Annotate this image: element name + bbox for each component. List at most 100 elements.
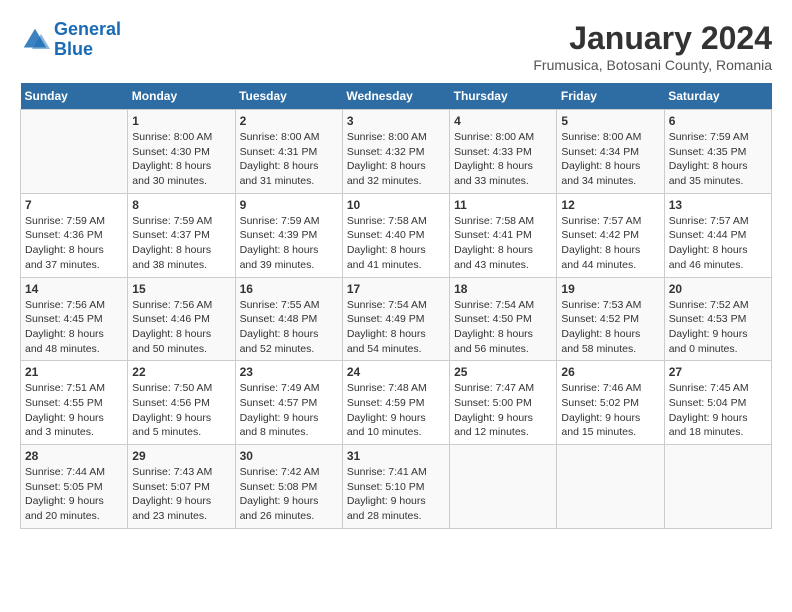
daylight-text: Daylight: 8 hours and 33 minutes. bbox=[454, 159, 552, 188]
sunrise-text: Sunrise: 7:56 AM bbox=[132, 298, 230, 313]
day-info: Sunrise: 8:00 AMSunset: 4:34 PMDaylight:… bbox=[561, 130, 659, 189]
week-row-3: 14 Sunrise: 7:56 AMSunset: 4:45 PMDayligh… bbox=[21, 277, 772, 361]
day-number: 14 bbox=[25, 282, 123, 296]
sunset-text: Sunset: 4:32 PM bbox=[347, 145, 445, 160]
day-cell: 27Sunrise: 7:45 AMSunset: 5:04 PMDayligh… bbox=[664, 361, 771, 445]
page-header: General Blue January 2024 Frumusica, Bot… bbox=[20, 20, 772, 73]
day-info: Sunrise: 7:50 AMSunset: 4:56 PMDaylight:… bbox=[132, 381, 230, 440]
week-row-5: 28Sunrise: 7:44 AMSunset: 5:05 PMDayligh… bbox=[21, 445, 772, 529]
day-info: Sunrise: 7:56 AMSunset: 4:45 PMDaylight:… bbox=[25, 298, 123, 357]
sunset-text: Sunset: 4:44 PM bbox=[669, 228, 767, 243]
sunrise-text: Sunrise: 7:48 AM bbox=[347, 381, 445, 396]
day-info: Sunrise: 7:59 AMSunset: 4:39 PMDaylight:… bbox=[240, 214, 338, 273]
day-cell: 10Sunrise: 7:58 AMSunset: 4:40 PMDayligh… bbox=[342, 193, 449, 277]
daylight-text: Daylight: 8 hours and 54 minutes. bbox=[347, 327, 445, 356]
sunrise-text: Sunrise: 7:46 AM bbox=[561, 381, 659, 396]
daylight-text: Daylight: 8 hours and 50 minutes. bbox=[132, 327, 230, 356]
day-info: Sunrise: 7:56 AMSunset: 4:46 PMDaylight:… bbox=[132, 298, 230, 357]
day-cell bbox=[557, 445, 664, 529]
day-cell: 22Sunrise: 7:50 AMSunset: 4:56 PMDayligh… bbox=[128, 361, 235, 445]
sunset-text: Sunset: 5:10 PM bbox=[347, 480, 445, 495]
day-number: 3 bbox=[347, 114, 445, 128]
daylight-text: Daylight: 9 hours and 20 minutes. bbox=[25, 494, 123, 523]
main-title: January 2024 bbox=[533, 20, 772, 57]
day-cell: 23Sunrise: 7:49 AMSunset: 4:57 PMDayligh… bbox=[235, 361, 342, 445]
day-number: 24 bbox=[347, 365, 445, 379]
day-info: Sunrise: 7:54 AMSunset: 4:50 PMDaylight:… bbox=[454, 298, 552, 357]
day-cell: 2Sunrise: 8:00 AMSunset: 4:31 PMDaylight… bbox=[235, 110, 342, 194]
day-cell: 12 Sunrise: 7:57 AMSunset: 4:42 PMDayligh… bbox=[557, 193, 664, 277]
sunset-text: Sunset: 4:52 PM bbox=[561, 312, 659, 327]
day-info: Sunrise: 7:43 AMSunset: 5:07 PMDaylight:… bbox=[132, 465, 230, 524]
daylight-text: Daylight: 8 hours and 39 minutes. bbox=[240, 243, 338, 272]
day-info: Sunrise: 7:55 AMSunset: 4:48 PMDaylight:… bbox=[240, 298, 338, 357]
daylight-text: Daylight: 8 hours and 52 minutes. bbox=[240, 327, 338, 356]
daylight-text: Daylight: 8 hours and 56 minutes. bbox=[454, 327, 552, 356]
sunset-text: Sunset: 4:37 PM bbox=[132, 228, 230, 243]
sunrise-text: Sunrise: 7:59 AM bbox=[25, 214, 123, 229]
logo-icon bbox=[20, 25, 50, 55]
day-number: 25 bbox=[454, 365, 552, 379]
day-info: Sunrise: 7:49 AMSunset: 4:57 PMDaylight:… bbox=[240, 381, 338, 440]
header-cell-tuesday: Tuesday bbox=[235, 83, 342, 110]
day-number: 15 bbox=[132, 282, 230, 296]
sunrise-text: Sunrise: 7:57 AM bbox=[561, 214, 659, 229]
sunrise-text: Sunrise: 7:59 AM bbox=[240, 214, 338, 229]
logo-line2: Blue bbox=[54, 39, 93, 59]
day-number: 12 bbox=[561, 198, 659, 212]
day-number: 10 bbox=[347, 198, 445, 212]
day-number: 28 bbox=[25, 449, 123, 463]
sunset-text: Sunset: 5:04 PM bbox=[669, 396, 767, 411]
day-info: Sunrise: 7:57 AMSunset: 4:44 PMDaylight:… bbox=[669, 214, 767, 273]
day-number: 6 bbox=[669, 114, 767, 128]
day-number: 9 bbox=[240, 198, 338, 212]
day-number: 17 bbox=[347, 282, 445, 296]
day-info: Sunrise: 7:51 AMSunset: 4:55 PMDaylight:… bbox=[25, 381, 123, 440]
sunrise-text: Sunrise: 7:50 AM bbox=[132, 381, 230, 396]
sunset-text: Sunset: 4:40 PM bbox=[347, 228, 445, 243]
day-number: 5 bbox=[561, 114, 659, 128]
daylight-text: Daylight: 8 hours and 30 minutes. bbox=[132, 159, 230, 188]
logo-text: General Blue bbox=[54, 20, 121, 60]
daylight-text: Daylight: 8 hours and 37 minutes. bbox=[25, 243, 123, 272]
day-info: Sunrise: 7:59 AMSunset: 4:36 PMDaylight:… bbox=[25, 214, 123, 273]
day-number: 1 bbox=[132, 114, 230, 128]
day-number: 19 bbox=[561, 282, 659, 296]
day-cell: 28Sunrise: 7:44 AMSunset: 5:05 PMDayligh… bbox=[21, 445, 128, 529]
week-row-1: 1Sunrise: 8:00 AMSunset: 4:30 PMDaylight… bbox=[21, 110, 772, 194]
day-number: 8 bbox=[132, 198, 230, 212]
sunset-text: Sunset: 4:59 PM bbox=[347, 396, 445, 411]
day-cell bbox=[664, 445, 771, 529]
sunrise-text: Sunrise: 7:57 AM bbox=[669, 214, 767, 229]
day-number: 31 bbox=[347, 449, 445, 463]
sunset-text: Sunset: 4:53 PM bbox=[669, 312, 767, 327]
daylight-text: Daylight: 9 hours and 26 minutes. bbox=[240, 494, 338, 523]
day-info: Sunrise: 7:53 AMSunset: 4:52 PMDaylight:… bbox=[561, 298, 659, 357]
day-cell: 19 Sunrise: 7:53 AMSunset: 4:52 PMDayligh… bbox=[557, 277, 664, 361]
sunset-text: Sunset: 4:33 PM bbox=[454, 145, 552, 160]
title-section: January 2024 Frumusica, Botosani County,… bbox=[533, 20, 772, 73]
daylight-text: Daylight: 8 hours and 41 minutes. bbox=[347, 243, 445, 272]
sunset-text: Sunset: 4:48 PM bbox=[240, 312, 338, 327]
sunrise-text: Sunrise: 7:41 AM bbox=[347, 465, 445, 480]
sunrise-text: Sunrise: 7:58 AM bbox=[454, 214, 552, 229]
daylight-text: Daylight: 8 hours and 34 minutes. bbox=[561, 159, 659, 188]
sunrise-text: Sunrise: 7:54 AM bbox=[347, 298, 445, 313]
day-cell: 21Sunrise: 7:51 AMSunset: 4:55 PMDayligh… bbox=[21, 361, 128, 445]
sunset-text: Sunset: 4:49 PM bbox=[347, 312, 445, 327]
day-cell: 15 Sunrise: 7:56 AMSunset: 4:46 PMDayligh… bbox=[128, 277, 235, 361]
day-info: Sunrise: 7:57 AMSunset: 4:42 PMDaylight:… bbox=[561, 214, 659, 273]
logo: General Blue bbox=[20, 20, 121, 60]
day-number: 27 bbox=[669, 365, 767, 379]
day-cell: 13Sunrise: 7:57 AMSunset: 4:44 PMDayligh… bbox=[664, 193, 771, 277]
day-cell: 26Sunrise: 7:46 AMSunset: 5:02 PMDayligh… bbox=[557, 361, 664, 445]
day-cell: 31Sunrise: 7:41 AMSunset: 5:10 PMDayligh… bbox=[342, 445, 449, 529]
daylight-text: Daylight: 9 hours and 15 minutes. bbox=[561, 411, 659, 440]
sunset-text: Sunset: 4:36 PM bbox=[25, 228, 123, 243]
sunset-text: Sunset: 5:00 PM bbox=[454, 396, 552, 411]
sunset-text: Sunset: 4:30 PM bbox=[132, 145, 230, 160]
header-row: SundayMondayTuesdayWednesdayThursdayFrid… bbox=[21, 83, 772, 110]
sunset-text: Sunset: 4:35 PM bbox=[669, 145, 767, 160]
sunrise-text: Sunrise: 7:55 AM bbox=[240, 298, 338, 313]
day-cell: 7Sunrise: 7:59 AMSunset: 4:36 PMDaylight… bbox=[21, 193, 128, 277]
